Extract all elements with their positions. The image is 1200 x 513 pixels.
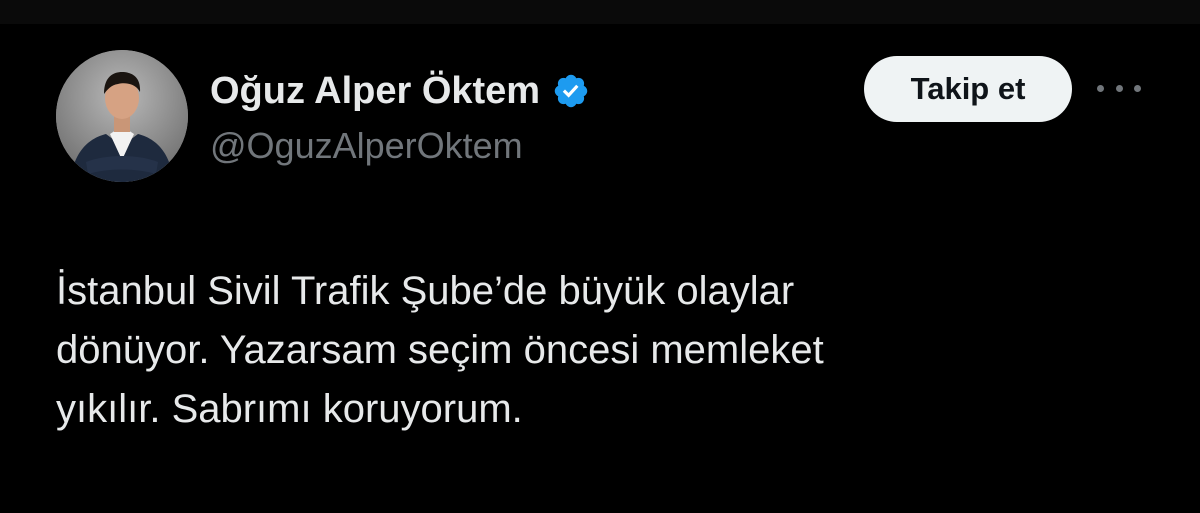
more-dot	[1134, 84, 1141, 92]
author-handle[interactable]: @OguzAlperOktem	[210, 125, 523, 167]
tweet-text: İstanbul Sivil Trafik Şube’de büyük olay…	[56, 269, 824, 431]
tweet-card: Oğuz Alper Öktem @OguzAlperOktem Takip e…	[0, 0, 1200, 513]
verified-badge-icon	[552, 72, 590, 110]
author-display-name[interactable]: Oğuz Alper Öktem	[210, 70, 540, 113]
author-name-row: Oğuz Alper Öktem	[210, 68, 590, 114]
more-options-icon[interactable]	[1097, 76, 1141, 100]
more-dot	[1097, 84, 1104, 92]
author-avatar[interactable]	[56, 50, 188, 182]
more-dot	[1115, 84, 1123, 92]
profile-photo-icon	[56, 50, 188, 182]
follow-button[interactable]: Takip et	[864, 56, 1072, 122]
